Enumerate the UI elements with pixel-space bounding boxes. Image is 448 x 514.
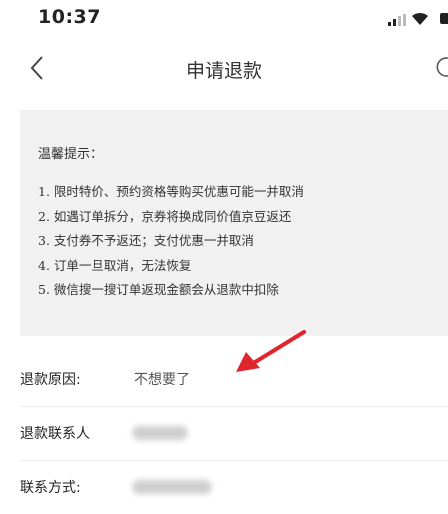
notice-panel: 温馨提示： 1. 限时特价、预约资格等购买优惠可能一并取消 2. 如遇订单拆分，… bbox=[20, 110, 448, 336]
status-icons bbox=[378, 10, 448, 26]
refresh-icon[interactable] bbox=[436, 56, 448, 78]
wifi-icon bbox=[412, 12, 428, 25]
refund-contact-row[interactable]: 退款联系人 bbox=[20, 406, 448, 461]
page-title: 申请退款 bbox=[185, 60, 262, 82]
refund-reason-label: 退款原因: bbox=[20, 372, 81, 388]
contact-phone-value-blurred[interactable] bbox=[132, 480, 212, 494]
battery-icon bbox=[440, 13, 448, 24]
annotation-arrow-icon bbox=[236, 330, 306, 372]
status-bar: 10:37 bbox=[0, 0, 448, 36]
signal-icon bbox=[388, 14, 406, 26]
notice-title: 温馨提示： bbox=[38, 147, 104, 162]
notice-item: 5. 微信搜一搜订单返现金额会从退款中扣除 bbox=[38, 282, 279, 297]
notice-item: 1. 限时特价、预约资格等购买优惠可能一并取消 bbox=[38, 184, 304, 199]
notice-item: 2. 如遇订单拆分，京券将换成同价值京豆返还 bbox=[38, 208, 292, 224]
contact-phone-label: 联系方式: bbox=[20, 480, 81, 496]
notice-list: 1. 限时特价、预约资格等购买优惠可能一并取消 2. 如遇订单拆分，京券将换成同… bbox=[38, 180, 304, 303]
refund-contact-label: 退款联系人 bbox=[20, 426, 90, 442]
nav-bar: 申请退款 bbox=[0, 40, 448, 96]
notice-item: 3. 支付券不予返还；支付优惠一并取消 bbox=[38, 233, 254, 248]
refund-contact-value-blurred[interactable] bbox=[132, 426, 188, 440]
notice-item: 4. 订单一旦取消，无法恢复 bbox=[38, 257, 192, 273]
status-time: 10:37 bbox=[38, 6, 101, 28]
contact-phone-row[interactable]: 联系方式: bbox=[20, 460, 448, 514]
refund-reason-value[interactable]: 不想要了 bbox=[134, 369, 190, 389]
